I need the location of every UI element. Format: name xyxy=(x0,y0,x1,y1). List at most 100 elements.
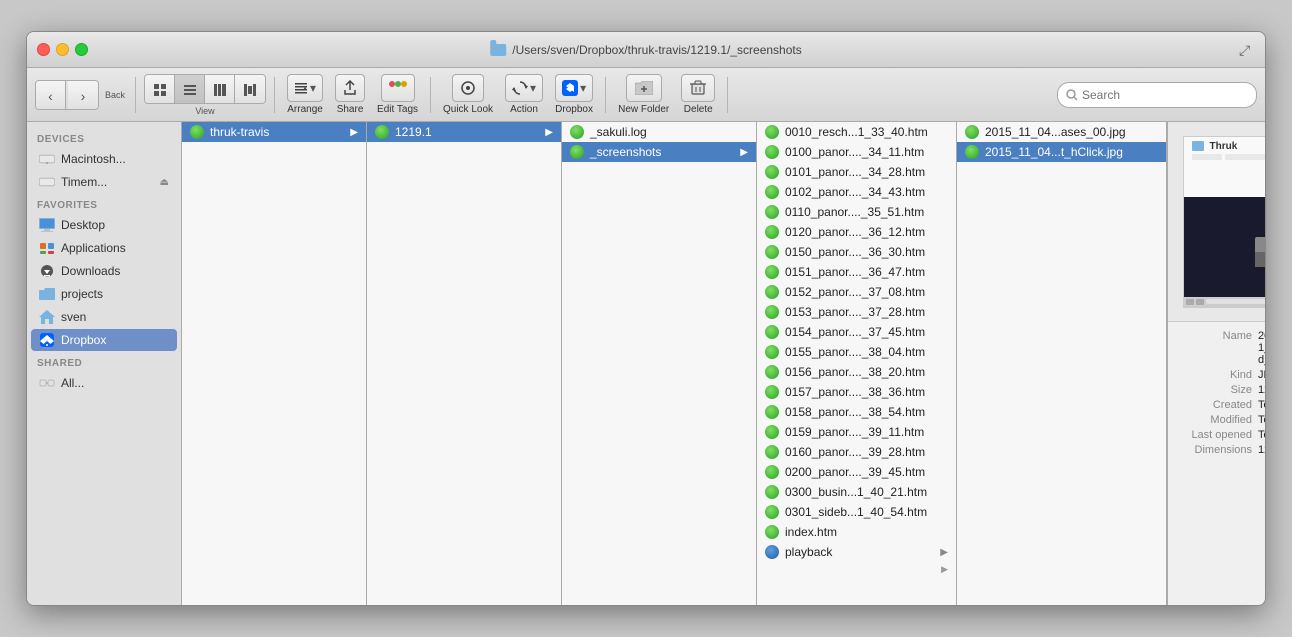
close-button[interactable] xyxy=(37,43,50,56)
kind-label: Kind xyxy=(1178,369,1258,381)
network-icon xyxy=(39,375,55,391)
sidebar-item-desktop[interactable]: Desktop xyxy=(31,214,177,236)
col4-item-9[interactable]: 0153_panor...._37_28.htm xyxy=(757,302,956,322)
icon-view-btn[interactable] xyxy=(145,75,175,104)
edit-tags-button[interactable]: Edit Tags xyxy=(373,72,422,117)
col4-item-20[interactable]: index.htm xyxy=(757,522,956,542)
col3-item-screenshots[interactable]: _screenshots ▶ xyxy=(562,142,756,162)
col4-item-3[interactable]: 0102_panor...._34_43.htm xyxy=(757,182,956,202)
column-3: _sakuli.log _screenshots ▶ xyxy=(562,122,757,605)
quick-look-button[interactable]: Quick Look xyxy=(439,72,497,117)
sidebar-item-sven[interactable]: sven xyxy=(31,306,177,328)
sidebar-item-applications[interactable]: Applications xyxy=(31,237,177,259)
eject-icon[interactable]: ⏏ xyxy=(160,177,169,188)
col4-label-4: 0110_panor...._35_51.htm xyxy=(785,205,924,219)
col4-item-12[interactable]: 0156_panor...._38_20.htm xyxy=(757,362,956,382)
sidebar-item-projects[interactable]: projects xyxy=(31,283,177,305)
file-sync-3 xyxy=(765,185,779,199)
search-input[interactable] xyxy=(1082,88,1248,102)
col3-item-sakuli[interactable]: _sakuli.log xyxy=(562,122,756,142)
col4-label-17: 0200_panor...._39_45.htm xyxy=(785,465,925,479)
finder-window: /Users/sven/Dropbox/thruk-travis/1219.1/… xyxy=(26,31,1266,606)
col4-item-19[interactable]: 0301_sideb...1_40_54.htm xyxy=(757,502,956,522)
shared-header: SHARED xyxy=(27,352,181,371)
col4-item-14[interactable]: 0158_panor...._38_54.htm xyxy=(757,402,956,422)
dimensions-value: 1280 × 1024 xyxy=(1258,444,1265,456)
delete-button[interactable]: Delete xyxy=(677,72,719,117)
forward-button[interactable]: › xyxy=(68,81,98,110)
col4-item-4[interactable]: 0110_panor...._35_51.htm xyxy=(757,202,956,222)
home-icon xyxy=(39,309,55,325)
devices-header: DEVICES xyxy=(27,128,181,147)
meta-size-row: Size 124 KB xyxy=(1178,384,1265,396)
col4-label-5: 0120_panor...._36_12.htm xyxy=(785,225,925,239)
dropbox-button[interactable]: ▾ Dropbox xyxy=(551,72,597,117)
thumb-bottom: Thank... xyxy=(1184,197,1266,307)
col4-label-7: 0151_panor...._36_47.htm xyxy=(785,265,925,279)
list-view-btn[interactable] xyxy=(175,75,205,104)
applications-label: Applications xyxy=(61,241,126,255)
col4-item-1[interactable]: 0100_panor...._34_11.htm xyxy=(757,142,956,162)
dropbox-sidebar-icon xyxy=(39,332,55,348)
sidebar-item-all[interactable]: All... xyxy=(31,372,177,394)
preview-meta: Name 2015_11_04_11_41_1 1_291_Assertion_… xyxy=(1168,322,1265,605)
last-opened-value: Today 12:41 xyxy=(1258,429,1265,441)
separator-5 xyxy=(727,77,728,113)
sidebar-item-downloads[interactable]: Downloads xyxy=(31,260,177,282)
coverflow-view-btn[interactable] xyxy=(235,75,265,104)
col4-item-15[interactable]: 0159_panor...._39_11.htm xyxy=(757,422,956,442)
size-value: 124 KB xyxy=(1258,384,1265,396)
finder-columns: thruk-travis ▶ 1219.1 ▶ _sakuli.log xyxy=(182,122,1265,605)
file-sync-4 xyxy=(765,205,779,219)
projects-folder-icon xyxy=(39,286,55,302)
column-4: 0010_resch...1_33_40.htm 0100_panor...._… xyxy=(757,122,957,605)
col1-item-thruk-travis[interactable]: thruk-travis ▶ xyxy=(182,122,366,142)
downloads-icon xyxy=(39,263,55,279)
col4-item-11[interactable]: 0155_panor...._38_04.htm xyxy=(757,342,956,362)
col5-label-1: 2015_11_04...t_hClick.jpg xyxy=(985,145,1123,159)
search-box[interactable] xyxy=(1057,82,1257,108)
column-5: 2015_11_04...ases_00.jpg 2015_11_04...t_… xyxy=(957,122,1167,605)
col4-item-21[interactable]: playback ▶ xyxy=(757,542,956,562)
col4-item-18[interactable]: 0300_busin...1_40_21.htm xyxy=(757,482,956,502)
traffic-lights xyxy=(37,43,88,56)
separator-1 xyxy=(135,77,136,113)
action-button[interactable]: ▾ Action xyxy=(501,72,547,117)
maximize-button[interactable] xyxy=(75,43,88,56)
expand-icon[interactable]: ⤢ xyxy=(1239,42,1255,58)
back-button[interactable]: ‹ xyxy=(36,81,66,110)
col4-item-16[interactable]: 0160_panor...._39_28.htm xyxy=(757,442,956,462)
col4-item-13[interactable]: 0157_panor...._38_36.htm xyxy=(757,382,956,402)
img-sync-0 xyxy=(965,125,979,139)
sidebar-item-dropbox[interactable]: Dropbox xyxy=(31,329,177,351)
file-sync-1 xyxy=(765,145,779,159)
col4-label-11: 0155_panor...._38_04.htm xyxy=(785,345,925,359)
new-folder-button[interactable]: New Folder xyxy=(614,72,673,117)
arrange-button[interactable]: ▾ Arrange xyxy=(283,72,327,117)
share-button[interactable]: Share xyxy=(331,72,369,117)
col4-label-20: index.htm xyxy=(785,525,837,539)
applications-icon xyxy=(39,240,55,256)
sidebar-item-macintosh[interactable]: Macintosh... xyxy=(31,148,177,170)
col4-item-5[interactable]: 0120_panor...._36_12.htm xyxy=(757,222,956,242)
view-label: View xyxy=(195,106,214,116)
col4-item-8[interactable]: 0152_panor...._37_08.htm xyxy=(757,282,956,302)
col5-item-0[interactable]: 2015_11_04...ases_00.jpg xyxy=(957,122,1166,142)
col4-item-17[interactable]: 0200_panor...._39_45.htm xyxy=(757,462,956,482)
file-sync-20 xyxy=(765,525,779,539)
col4-item-2[interactable]: 0101_panor...._34_28.htm xyxy=(757,162,956,182)
col4-item-0[interactable]: 0010_resch...1_33_40.htm xyxy=(757,122,956,142)
col2-item-1219[interactable]: 1219.1 ▶ xyxy=(367,122,561,142)
minimize-button[interactable] xyxy=(56,43,69,56)
col4-scroll-end: ▶ xyxy=(757,562,956,577)
col5-item-1[interactable]: 2015_11_04...t_hClick.jpg xyxy=(957,142,1166,162)
timem-label: Timem... xyxy=(61,175,107,189)
title-bar: /Users/sven/Dropbox/thruk-travis/1219.1/… xyxy=(27,32,1265,68)
sidebar-item-timem[interactable]: Timem... ⏏ xyxy=(31,171,177,193)
column-view-btn[interactable] xyxy=(205,75,235,104)
col4-item-10[interactable]: 0154_panor...._37_45.htm xyxy=(757,322,956,342)
col4-item-6[interactable]: 0150_panor...._36_30.htm xyxy=(757,242,956,262)
action-label: Action xyxy=(510,104,538,115)
dimensions-label: Dimensions xyxy=(1178,444,1258,456)
col4-item-7[interactable]: 0151_panor...._36_47.htm xyxy=(757,262,956,282)
